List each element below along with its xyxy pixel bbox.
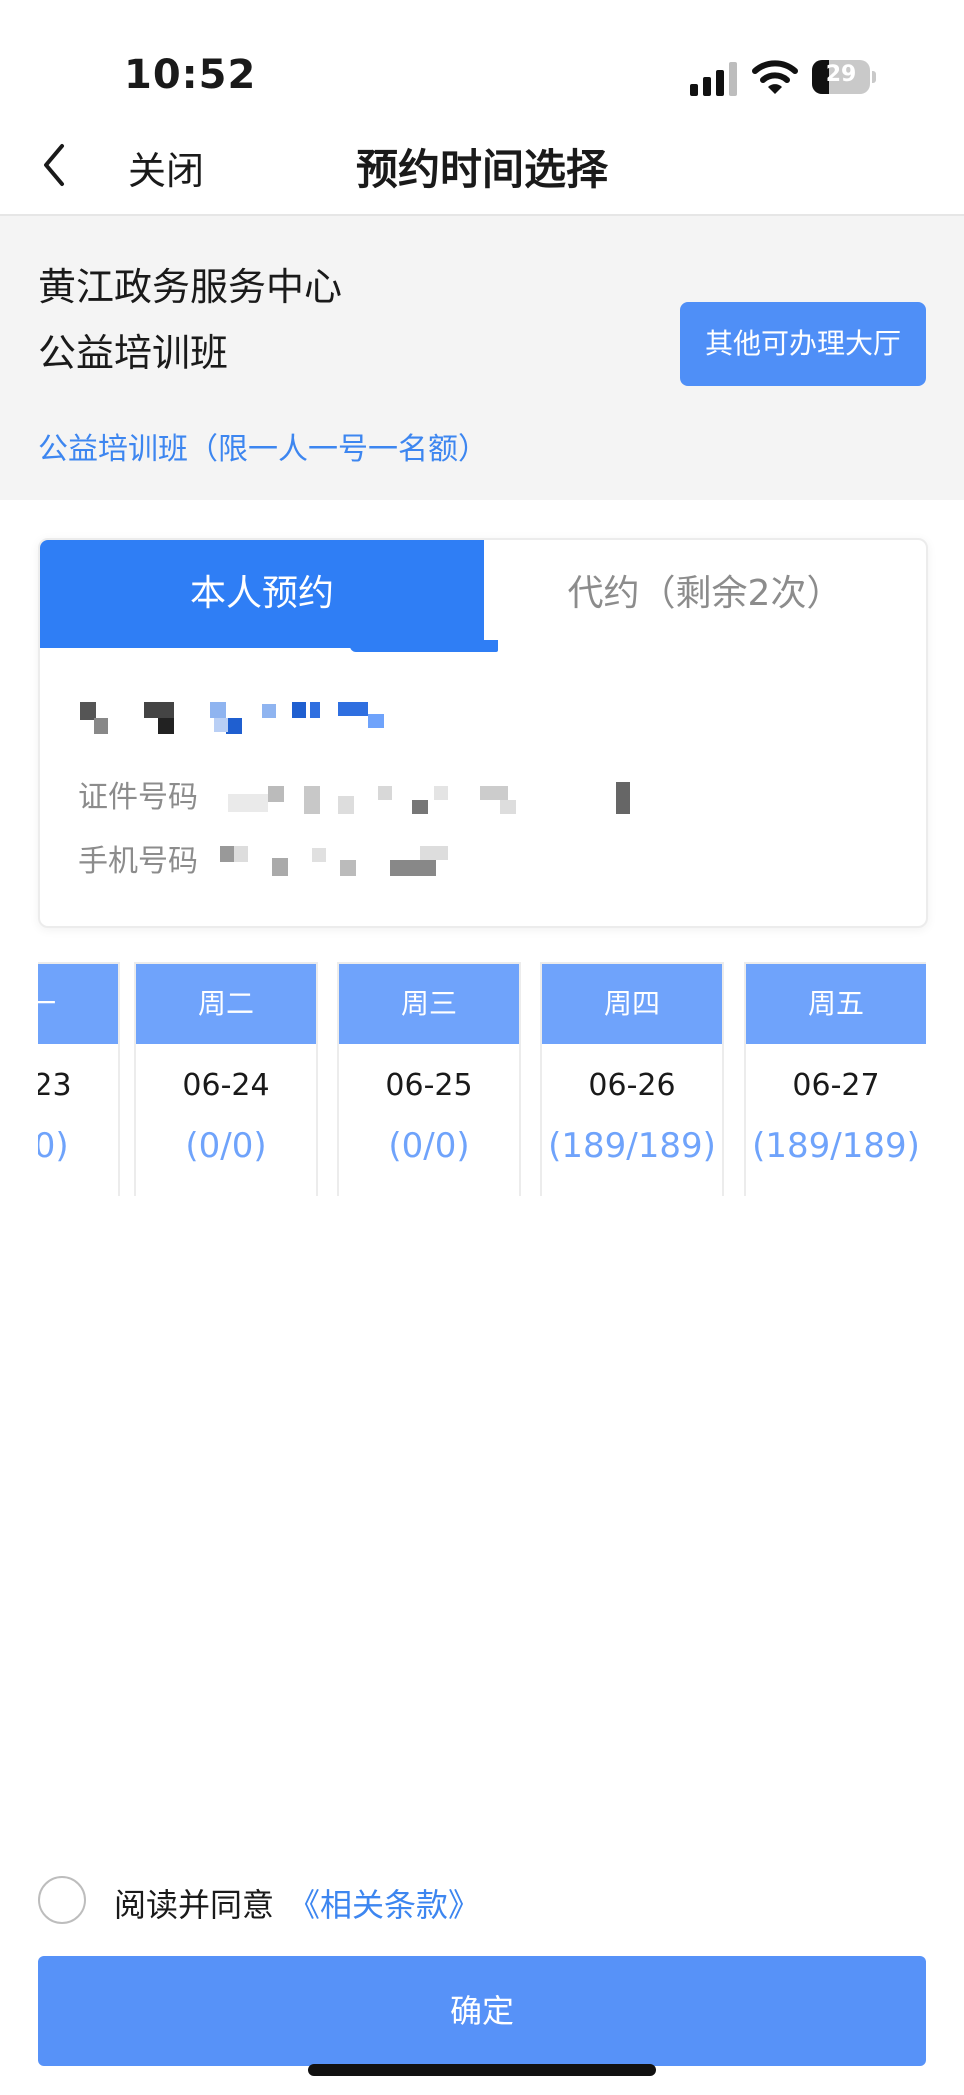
active-tab-indicator [350, 640, 498, 652]
quota-limit-note: 公益培训班（限一人一号一名额） [38, 432, 488, 467]
tab-self-booking[interactable]: 本人预约 [40, 540, 484, 648]
battery-percent: 29 [825, 62, 857, 87]
masked-phone-number [220, 844, 480, 878]
booking-card: 本人预约 代约（剩余2次） 证件号码 手机号码 [38, 538, 928, 928]
page-title: 预约时间选择 [355, 145, 608, 194]
home-indicator [308, 2064, 656, 2076]
tab-proxy-booking[interactable]: 代约（剩余2次） [484, 540, 926, 648]
agreement-text: 阅读并同意 [114, 1886, 275, 1924]
day-weekday: 周一 [38, 964, 118, 1044]
status-bar: 10:52 29 [0, 0, 964, 118]
confirm-button[interactable]: 确定 [38, 1956, 926, 2066]
day-weekday: 周二 [136, 964, 316, 1044]
day-weekday: 周五 [746, 964, 926, 1044]
day-date: 06-27 [792, 1068, 880, 1103]
day-date: 06-23 [38, 1068, 72, 1103]
nav-bar: 关闭 预约时间选择 [0, 118, 964, 216]
cellular-signal-icon [690, 62, 737, 96]
day-date: 06-26 [588, 1068, 676, 1103]
day-quota: (0/0) [38, 1126, 69, 1166]
service-center-name: 黄江政务服务中心 [38, 265, 343, 309]
masked-id-number [228, 782, 630, 816]
date-card[interactable]: 周一 06-23 (0/0) [38, 962, 120, 1196]
day-weekday: 周三 [339, 964, 519, 1044]
date-card[interactable]: 周二 06-24 (0/0) [134, 962, 318, 1196]
masked-name-tail [338, 702, 398, 738]
day-quota: (189/189) [548, 1126, 716, 1166]
day-date: 06-25 [385, 1068, 473, 1103]
other-halls-button[interactable]: 其他可办理大厅 [680, 302, 926, 386]
day-weekday: 周四 [542, 964, 722, 1044]
day-quota: (0/0) [185, 1126, 267, 1166]
date-card[interactable]: 周三 06-25 (0/0) [337, 962, 521, 1196]
agreement-checkbox[interactable] [38, 1876, 86, 1924]
masked-name [80, 702, 320, 738]
status-time: 10:52 [124, 52, 257, 98]
terms-link[interactable]: 《相关条款》 [288, 1880, 480, 1926]
date-card[interactable]: 周四 06-26 (189/189) [540, 962, 724, 1196]
date-card[interactable]: 周五 06-27 (189/189) [744, 962, 926, 1196]
day-date: 06-24 [182, 1068, 270, 1103]
date-selector: 周一 06-23 (0/0) 周二 06-24 (0/0) 周三 06-25 (… [38, 962, 926, 1196]
day-quota: (189/189) [752, 1126, 920, 1166]
id-number-label: 证件号码 [78, 780, 198, 815]
phone-number-label: 手机号码 [78, 844, 198, 879]
battery-icon: 29 [812, 60, 876, 94]
service-name: 公益培训班 [38, 331, 229, 375]
wifi-icon [752, 60, 798, 94]
service-info: 黄江政务服务中心 公益培训班 其他可办理大厅 公益培训班（限一人一号一名额） [0, 216, 964, 500]
day-quota: (0/0) [388, 1126, 470, 1166]
